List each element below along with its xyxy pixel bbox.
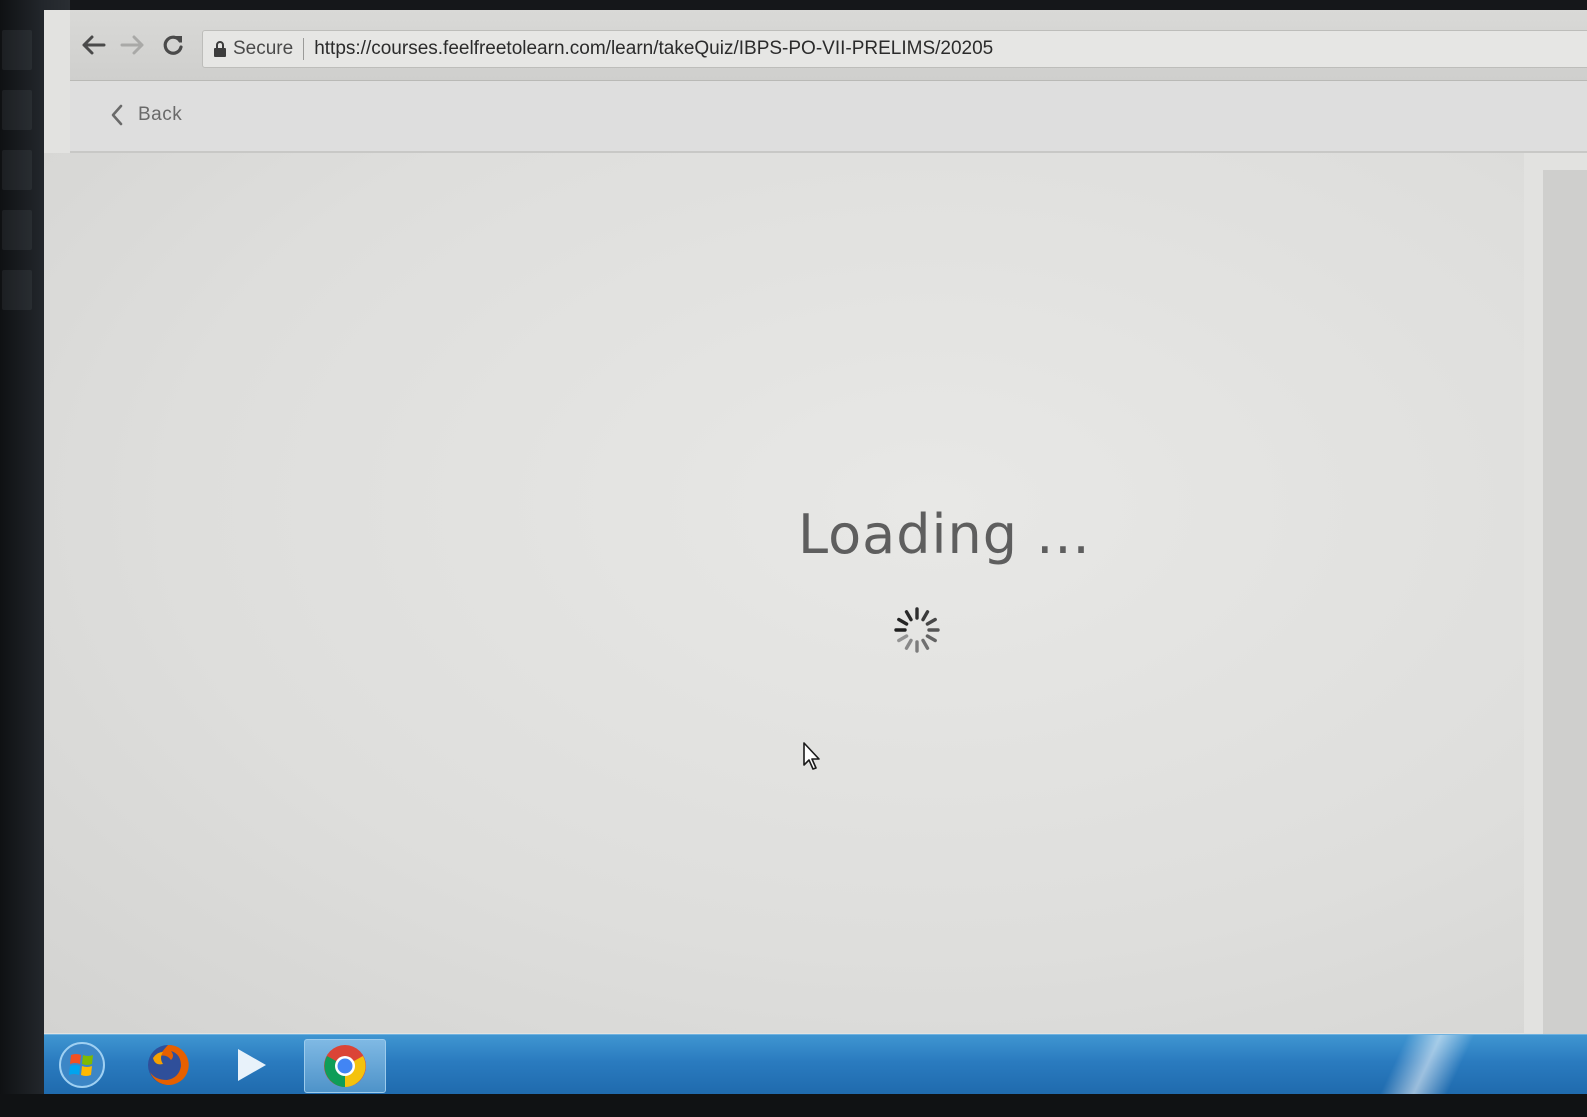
browser-forward-button[interactable] bbox=[118, 30, 148, 60]
page-scroll-edge bbox=[1543, 170, 1587, 1040]
back-label: Back bbox=[138, 104, 183, 125]
monitor: Secure https://courses.feelfreetolearn.c… bbox=[0, 0, 1587, 1117]
bezel-reflection bbox=[2, 30, 32, 70]
browser-back-button[interactable] bbox=[78, 30, 108, 60]
taskbar-glare bbox=[1357, 1035, 1497, 1094]
secure-label: Secure bbox=[233, 38, 294, 59]
screen: Secure https://courses.feelfreetolearn.c… bbox=[44, 10, 1587, 1094]
address-bar[interactable]: Secure https://courses.feelfreetolearn.c… bbox=[202, 30, 1587, 68]
chevron-left-icon bbox=[111, 104, 123, 126]
reload-icon bbox=[163, 35, 183, 55]
bezel-reflection bbox=[2, 270, 32, 310]
back-button[interactable]: Back bbox=[110, 95, 182, 135]
arrow-right-icon bbox=[120, 35, 144, 55]
loading-spinner-icon bbox=[894, 607, 940, 653]
arrow-left-icon bbox=[82, 35, 106, 55]
windows-taskbar bbox=[44, 1034, 1587, 1094]
firefox-icon bbox=[148, 1044, 189, 1085]
page-header: Back bbox=[70, 81, 1587, 153]
lock-icon bbox=[214, 41, 226, 57]
taskbar-firefox[interactable] bbox=[138, 1039, 198, 1091]
mouse-cursor-icon bbox=[803, 742, 820, 770]
bezel-reflection bbox=[2, 210, 32, 250]
taskbar-media-player[interactable] bbox=[220, 1039, 280, 1091]
loading-text: Loading ... bbox=[798, 503, 1091, 566]
bottom-bezel bbox=[0, 1094, 1587, 1117]
taskbar-chrome[interactable] bbox=[304, 1039, 386, 1093]
chrome-icon bbox=[324, 1045, 366, 1087]
start-button[interactable] bbox=[52, 1039, 112, 1091]
url-text[interactable]: https://courses.feelfreetolearn.com/lear… bbox=[314, 38, 993, 60]
play-icon bbox=[238, 1049, 266, 1081]
bezel-reflection bbox=[2, 90, 32, 130]
omnibox-separator bbox=[303, 38, 305, 60]
quiz-content-area: Loading ... bbox=[44, 153, 1524, 1033]
browser-toolbar: Secure https://courses.feelfreetolearn.c… bbox=[70, 10, 1587, 81]
bezel-reflection bbox=[2, 150, 32, 190]
browser-reload-button[interactable] bbox=[158, 30, 188, 60]
windows-logo-icon bbox=[59, 1042, 105, 1088]
